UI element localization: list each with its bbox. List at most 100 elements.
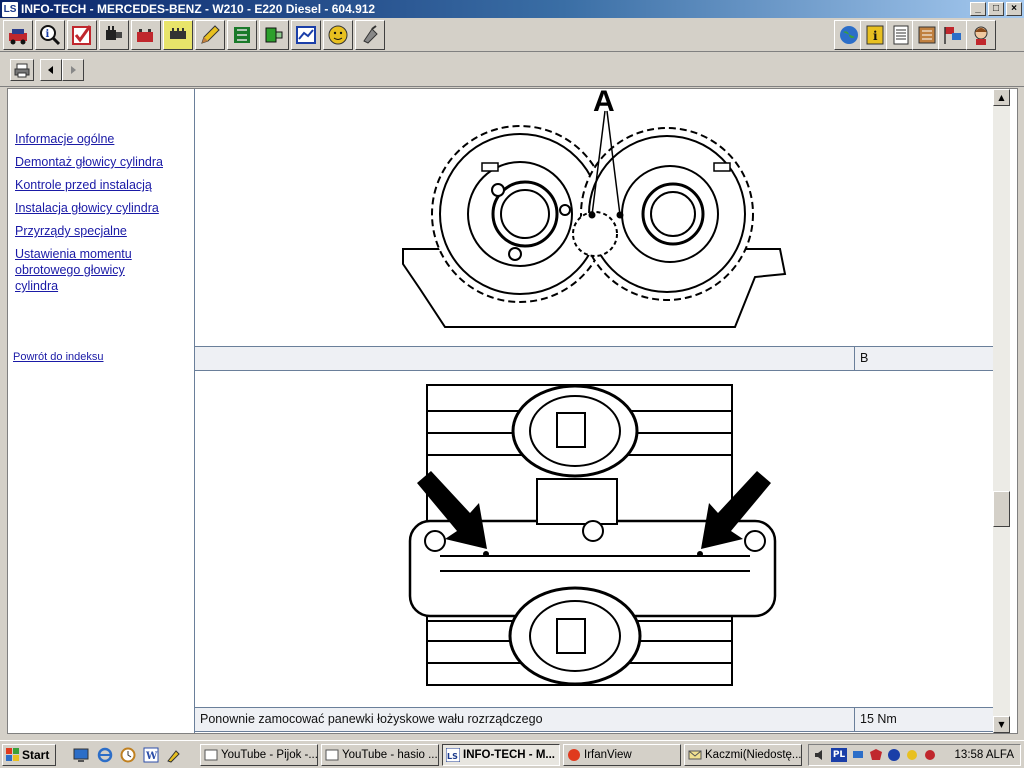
taskbar-item-label: YouTube - Pijok -... [221,749,318,761]
cylinder-head-illustration [408,384,777,686]
main-panel: A B Ponownie zamocować panewki łożyskowe… [195,85,993,733]
row-description: Ponownie zamocować panewki łożyskowe wał… [195,708,855,731]
svg-text:LS: LS [447,752,458,761]
gearbox-icon [106,26,122,40]
taskbar-item-youtube-1[interactable]: YouTube - Pijok -... [200,744,318,766]
schematic-icon [265,27,283,43]
vertical-scrollbar[interactable]: ▲ ▼ [993,89,1010,733]
clock-icon [120,747,136,763]
sidebar-link-cylinder-head-install[interactable]: Instalacja głowicy cylindra [15,200,159,216]
taskbar-item-label: IrfanView [584,749,632,761]
row-description [195,347,855,370]
car-button[interactable] [3,20,33,50]
sidebar-link-torque-settings-3[interactable]: cylindra [15,278,58,294]
table-row: B [195,346,993,371]
start-button[interactable]: Start [2,744,56,766]
circuit-button[interactable] [227,20,257,50]
system-tray: PL 13:58 ALFA [808,744,1021,766]
show-desktop-launcher[interactable] [72,746,90,764]
tool-icon [167,750,180,763]
down-arrow-icon: ▼ [998,720,1005,729]
maximize-button[interactable]: □ [988,2,1004,16]
info-search-icon: i [40,25,61,46]
forward-button[interactable] [62,59,84,81]
figure-cylinder-head [195,371,993,707]
main-toolbar: i i [0,18,1024,52]
help-person-button[interactable] [966,20,996,50]
help-person-icon [974,26,988,45]
battery-button[interactable] [131,20,161,50]
print-button[interactable] [10,59,34,81]
window-title: INFO-TECH - MERCEDES-BENZ - W210 - E220 … [21,2,376,16]
taskbar-item-youtube-2[interactable]: YouTube - hasio ... [321,744,439,766]
diagram-icon [296,26,316,44]
weather-icon[interactable] [905,748,919,762]
checklist-button[interactable] [67,20,97,50]
back-button[interactable] [40,59,62,81]
messenger-icon[interactable] [923,748,937,762]
taskbar: Start W YouTube - Pijok -... YouTube - h… [0,740,1024,768]
row-value: B [860,351,869,365]
figure-label-a: A [593,89,615,118]
wiring-icon [170,28,186,39]
scroll-thumb[interactable] [993,491,1010,527]
close-button[interactable]: × [1006,2,1022,16]
wiring-button[interactable] [163,20,193,50]
pencil-icon [201,25,220,44]
start-label: Start [22,748,50,762]
diagram-button[interactable] [291,20,321,50]
word-icon: W [143,747,159,763]
bluetooth-icon[interactable] [887,748,901,762]
tool-launcher[interactable] [165,746,183,764]
sidebar-link-cylinder-head-removal[interactable]: Demontaż głowicy cylindra [15,154,163,170]
ie-launcher[interactable] [96,746,114,764]
table-row: Ponownie zamocować panewki łożyskowe wał… [195,707,993,732]
plug-icon [363,25,378,44]
sidebar-link-general-info[interactable]: Informacje ogólne [15,131,114,147]
flags-button[interactable] [938,20,968,50]
network-icon[interactable] [851,748,865,762]
ie-icon [97,747,113,763]
schematic-button[interactable] [259,20,289,50]
language-indicator[interactable]: PL [831,748,847,762]
sidebar-link-torque-settings-2[interactable]: obrotowego głowicy [15,262,125,278]
sidebar-link-torque-settings-1[interactable]: Ustawienia momentu [15,246,132,262]
battery-icon [137,29,153,42]
pencil-button[interactable] [195,20,225,50]
car-icon [9,29,27,45]
taskbar-item-label: YouTube - hasio ... [342,749,438,761]
windows-logo-icon [6,748,19,761]
clock-launcher[interactable] [119,746,137,764]
taskbar-item-irfanview[interactable]: IrfanView [563,744,681,766]
taskbar-item-label: Kaczmi(Niedostę... [705,749,802,761]
scroll-up-button[interactable]: ▲ [993,89,1010,106]
info-icon: i [866,25,884,45]
browser-icon [204,749,218,761]
sidebar-link-special-tools[interactable]: Przyrządy specjalne [15,223,127,239]
security-icon[interactable] [869,748,883,762]
content-pane: Informacje ogólne Demontaż głowicy cylin… [7,85,1018,734]
back-to-index-link[interactable]: Powrót do indeksu [13,349,104,365]
volume-icon[interactable] [813,748,827,762]
taskbar-item-infotech[interactable]: LS INFO-TECH - M... [442,744,560,766]
sidebar-link-pre-install-checks[interactable]: Kontrole przed instalacją [15,177,152,193]
scroll-down-button[interactable]: ▼ [993,716,1010,733]
app-logo-icon: LS [2,1,18,17]
back-arrow-icon [48,66,53,74]
minimize-button[interactable]: _ [970,2,986,16]
navigation-bar [0,53,1024,87]
gearbox-button[interactable] [99,20,129,50]
info-search-button[interactable]: i [35,20,65,50]
circuit-icon [234,27,250,43]
infotech-app-icon: LS [446,748,460,762]
title-bar[interactable]: LS INFO-TECH - MERCEDES-BENZ - W210 - E2… [0,0,1024,18]
browser-icon [325,749,339,761]
svg-text:i: i [46,29,50,40]
word-launcher[interactable]: W [142,746,160,764]
face-button[interactable] [323,20,353,50]
up-arrow-icon: ▲ [998,93,1005,102]
flags-icon [944,27,961,44]
plug-button[interactable] [355,20,385,50]
taskbar-item-label: INFO-TECH - M... [463,749,555,761]
taskbar-item-messenger[interactable]: Kaczmi(Niedostę... [684,744,802,766]
